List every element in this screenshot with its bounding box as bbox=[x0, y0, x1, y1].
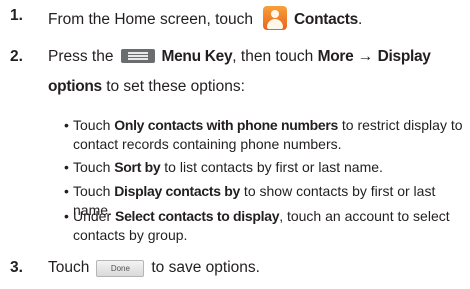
step-text: Press the bbox=[48, 48, 114, 65]
instruction-document: 1. From the Home screen, touch Contacts. … bbox=[0, 0, 470, 289]
bullet-dot: • bbox=[64, 183, 69, 199]
done-button: Done bbox=[96, 260, 145, 277]
bullet-text-part: contact records containing phone numbers… bbox=[73, 136, 342, 152]
step-body: Touch Done to save options. bbox=[48, 258, 260, 278]
options-label: options bbox=[48, 78, 102, 95]
bullet-dot: • bbox=[64, 208, 69, 224]
sort-by-label: Sort by bbox=[114, 159, 161, 175]
display-contacts-by-label: Display contacts by bbox=[114, 183, 241, 199]
bullet-text-part: Under bbox=[73, 208, 116, 224]
bullet-text: Touch Only contacts with phone numbers t… bbox=[64, 116, 464, 154]
bullet-text-part: Touch bbox=[73, 117, 115, 133]
bullet-text-part: , touch an account to select bbox=[279, 208, 450, 224]
bullet-item: • Touch Only contacts with phone numbers… bbox=[64, 116, 464, 154]
menu-key-label: Menu Key bbox=[161, 48, 233, 65]
bullet-text: Touch Sort by to list contacts by first … bbox=[64, 158, 464, 177]
step-number: 3. bbox=[10, 259, 23, 276]
bullet-item: • Under Select contacts to display, touc… bbox=[64, 207, 464, 245]
more-label: More bbox=[317, 48, 354, 65]
bullet-text: Under Select contacts to display, touch … bbox=[64, 207, 464, 245]
bullet-dot: • bbox=[64, 117, 69, 133]
bullet-item: • Touch Sort by to list contacts by firs… bbox=[64, 158, 464, 177]
only-contacts-with-phone-numbers-label: Only contacts with phone numbers bbox=[114, 117, 339, 133]
bullet-text-part: Touch bbox=[73, 183, 115, 199]
bullet-text-part: to restrict display to bbox=[338, 117, 463, 133]
menu-key-icon bbox=[121, 49, 156, 63]
bullet-text-part: contacts by group. bbox=[73, 227, 188, 243]
step-body: Press the Menu Key, then touch More → Dis… bbox=[48, 47, 431, 67]
bullet-text-part: to list contacts by first or last name. bbox=[160, 159, 383, 175]
bullet-text-part: Touch bbox=[73, 159, 115, 175]
step-text: . bbox=[357, 11, 363, 28]
select-contacts-to-display-label: Select contacts to display bbox=[115, 208, 280, 224]
display-label: Display bbox=[377, 48, 431, 65]
arrow-icon: → bbox=[357, 48, 374, 65]
step-body: From the Home screen, touch Contacts. bbox=[48, 6, 362, 30]
step-text: Touch bbox=[48, 259, 90, 276]
step-number: 1. bbox=[10, 7, 23, 24]
bullet-dot: • bbox=[64, 159, 69, 175]
step-text: From the Home screen, touch bbox=[48, 11, 254, 28]
step-text: to set these options: bbox=[106, 78, 245, 95]
contacts-app-icon bbox=[263, 6, 288, 30]
step-text: to save options. bbox=[151, 259, 260, 276]
step-body: options to set these options: bbox=[48, 77, 245, 97]
step-number: 2. bbox=[10, 48, 23, 65]
contacts-label: Contacts bbox=[294, 11, 358, 28]
step-text: , then touch bbox=[232, 48, 314, 65]
